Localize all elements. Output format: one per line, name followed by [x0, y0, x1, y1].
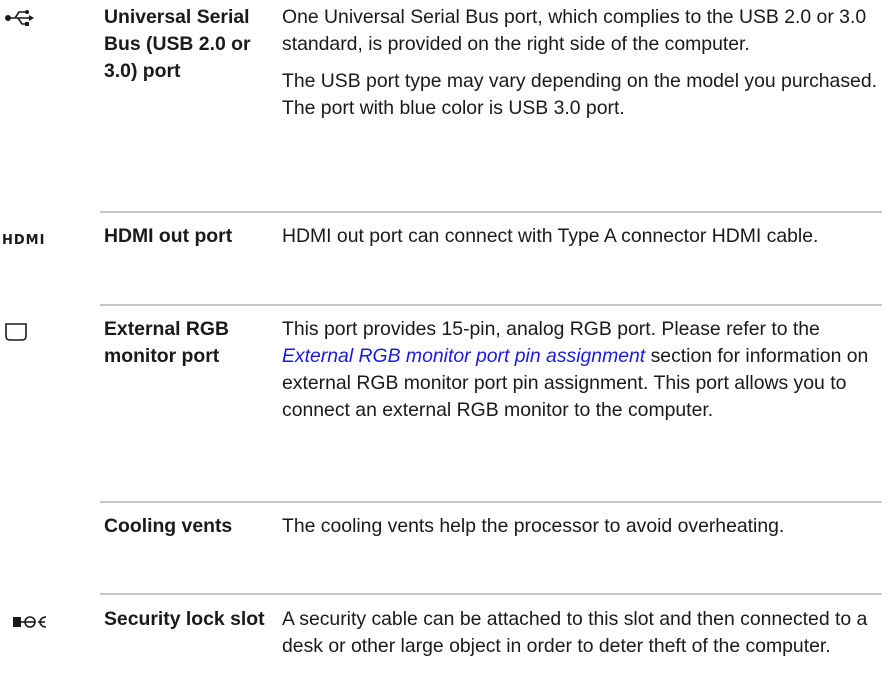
security-lock-description: A security cable can be attached to this…	[282, 608, 868, 657]
usb-port-desc-paragraph-2: The USB port type may vary depending on …	[282, 70, 877, 119]
usb-port-desc-paragraph-1: One Universal Serial Bus port, which com…	[282, 6, 867, 55]
rgb-pin-assignment-link[interactable]: External RGB monitor port pin assignment	[282, 345, 645, 367]
hdmi-port-name: HDMI out port	[104, 225, 233, 247]
rgb-monitor-icon	[4, 318, 94, 346]
separator	[100, 304, 882, 306]
hdmi-icon: HDMI	[2, 232, 46, 248]
separator	[100, 211, 882, 213]
rgb-monitor-port-description: This port provides 15-pin, analog RGB po…	[282, 316, 882, 424]
security-lock-name: Security lock slot	[104, 608, 265, 630]
cooling-vents-name: Cooling vents	[104, 515, 233, 537]
usb-port-name: Universal Serial Bus (USB 2.0 or 3.0) po…	[104, 6, 251, 82]
rgb-desc-text-before: This port provides 15-pin, analog RGB po…	[282, 318, 820, 340]
separator	[100, 593, 882, 595]
hdmi-port-description: HDMI out port can connect with Type A co…	[282, 225, 819, 247]
usb-port-description: One Universal Serial Bus port, which com…	[282, 4, 882, 122]
usb-icon	[4, 4, 94, 32]
security-lock-icon	[12, 608, 102, 636]
separator	[100, 501, 882, 503]
rgb-monitor-port-name: External RGB monitor port	[104, 318, 229, 367]
cooling-vents-description: The cooling vents help the processor to …	[282, 515, 785, 537]
